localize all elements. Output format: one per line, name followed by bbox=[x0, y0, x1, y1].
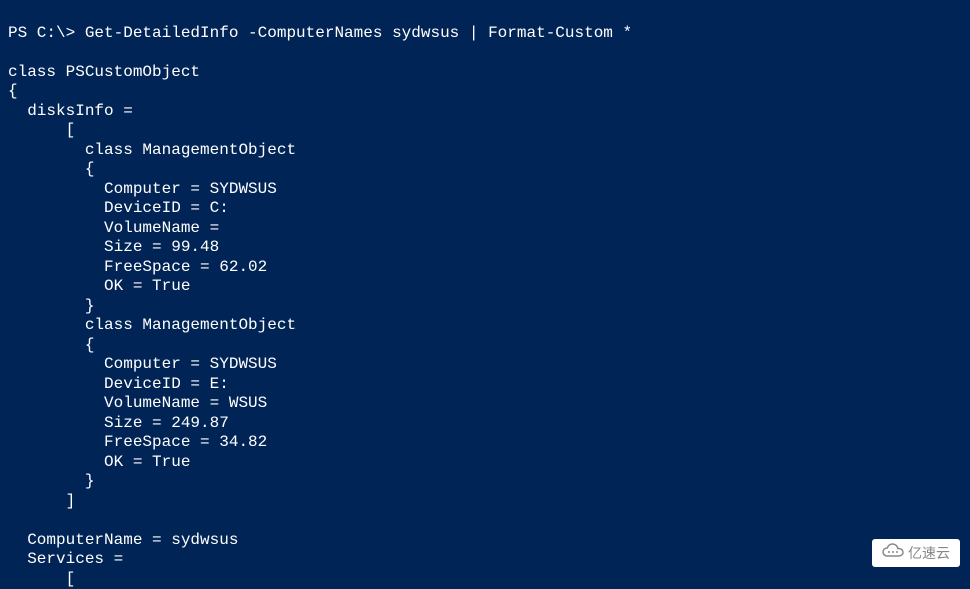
output-array-open: [ bbox=[8, 121, 75, 139]
output-mgmtobj-open-2: { bbox=[8, 336, 94, 354]
output-mgmtobj-open-1: { bbox=[8, 160, 94, 178]
output-disk2-computer: Computer = SYDWSUS bbox=[8, 355, 277, 373]
watermark-text: 亿速云 bbox=[908, 545, 950, 562]
prompt-line: PS C:\> Get-DetailedInfo -ComputerNames … bbox=[8, 24, 632, 42]
output-disk1-freespace: FreeSpace = 62.02 bbox=[8, 258, 267, 276]
output-disk1-size: Size = 99.48 bbox=[8, 238, 219, 256]
output-mgmtobj-close-1: } bbox=[8, 297, 94, 315]
output-open-brace: { bbox=[8, 82, 18, 100]
output-disk2-volumename: VolumeName = WSUS bbox=[8, 394, 267, 412]
output-services-label: Services = bbox=[8, 550, 123, 568]
powershell-terminal[interactable]: PS C:\> Get-DetailedInfo -ComputerNames … bbox=[8, 4, 970, 589]
watermark-badge: 亿速云 bbox=[872, 539, 960, 567]
output-computername: ComputerName = sydwsus bbox=[8, 531, 238, 549]
output-mgmtobj-header-2: class ManagementObject bbox=[8, 316, 296, 334]
output-class-header: class PSCustomObject bbox=[8, 63, 200, 81]
output-disk2-freespace: FreeSpace = 34.82 bbox=[8, 433, 267, 451]
output-disk2-deviceid: DeviceID = E: bbox=[8, 375, 229, 393]
output-services-array-open: [ bbox=[8, 570, 75, 588]
output-disk1-ok: OK = True bbox=[8, 277, 190, 295]
output-array-close: ] bbox=[8, 492, 75, 510]
output-disk1-deviceid: DeviceID = C: bbox=[8, 199, 229, 217]
output-mgmtobj-header-1: class ManagementObject bbox=[8, 141, 296, 159]
output-disk1-volumename: VolumeName = bbox=[8, 219, 219, 237]
output-disk2-size: Size = 249.87 bbox=[8, 414, 229, 432]
output-mgmtobj-close-2: } bbox=[8, 472, 94, 490]
output-disk1-computer: Computer = SYDWSUS bbox=[8, 180, 277, 198]
cloud-icon bbox=[882, 543, 904, 563]
command-text: Get-DetailedInfo -ComputerNames sydwsus … bbox=[85, 24, 632, 42]
output-disk2-ok: OK = True bbox=[8, 453, 190, 471]
prompt-prefix: PS C:\> bbox=[8, 24, 85, 42]
output-disksinfo-label: disksInfo = bbox=[8, 102, 133, 120]
